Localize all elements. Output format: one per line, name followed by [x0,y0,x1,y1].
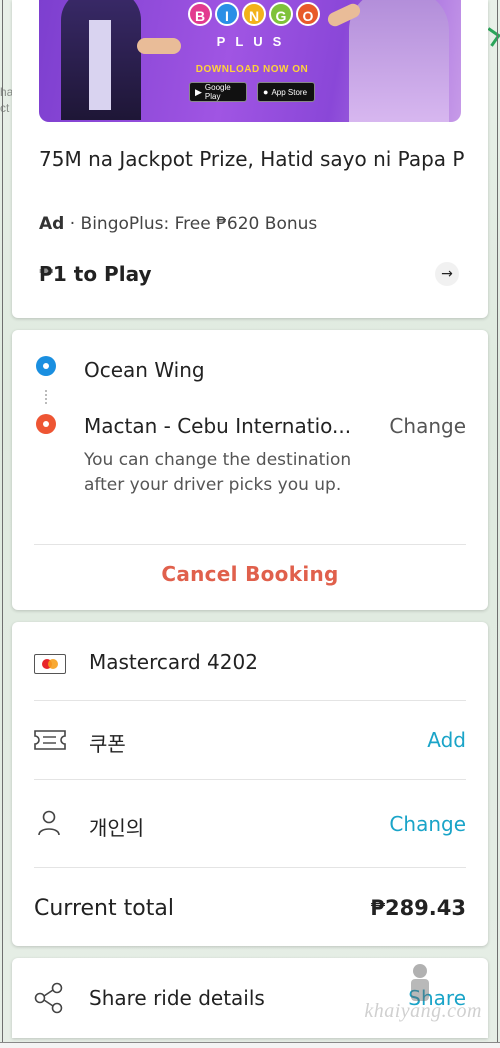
route-connector [45,390,47,404]
divider [34,779,466,780]
change-destination-button[interactable]: Change [389,414,466,438]
share-icon [34,982,63,1014]
app-store-badge[interactable]: ● App Store [257,82,315,102]
person-icon [38,810,60,836]
add-coupon-button[interactable]: Add [427,728,466,752]
logo-letter: I [215,2,239,26]
change-profile-button[interactable]: Change [389,812,466,836]
logo-letter: G [269,2,293,26]
destination-dot-icon [36,414,56,434]
destination-note: You can change the destination after you… [84,450,352,495]
google-play-label: Google Play [204,83,231,101]
coupon-label: 쿠폰 [89,732,126,756]
ad-download-text: DOWNLOAD NOW ON [195,64,309,75]
ad-hand-left [137,38,181,54]
frame-border-left [2,0,3,1048]
payment-method-label[interactable]: Mastercard 4202 [89,650,258,674]
current-total-value: ₱289.43 [370,896,466,920]
ad-title[interactable]: 75M na Jackpot Prize, Hatid sayo ni Papa… [39,144,469,174]
ad-source-line: Ad · BingoPlus: Free ₱620 Bonus [39,214,317,234]
divider [34,867,466,868]
ad-label: Ad [39,214,65,234]
pickup-location: Ocean Wing [84,358,205,382]
watermark-figure [411,964,429,1001]
divider [34,700,466,701]
divider [34,544,466,545]
ad-banner-image[interactable]: B I N G O PLUS DOWNLOAD NOW ON ▶ Google … [39,0,461,122]
logo-letter: B [188,2,212,26]
ad-card[interactable]: B I N G O PLUS DOWNLOAD NOW ON ▶ Google … [12,0,488,318]
destination-location: Mactan - Cebu Internatio... [84,414,352,438]
frame-border-right [497,0,498,1048]
route-card: Ocean Wing Mactan - Cebu Internatio... C… [12,330,488,610]
mastercard-icon [34,654,66,674]
ad-source: · BingoPlus: Free ₱620 Bonus [64,214,318,234]
ad-cta-link[interactable]: ₱1 to Play [39,262,152,286]
app-store-label: App Store [271,87,308,97]
share-ride-label: Share ride details [89,986,265,1010]
play-store-icon: ▶ [195,86,202,97]
bingo-logo: B I N G O [179,2,329,38]
frame-border-bottom [0,1042,500,1048]
pickup-dot-icon [36,356,56,376]
logo-letter: N [242,2,266,26]
current-total-label: Current total [34,896,174,921]
ad-model-left [61,0,141,120]
logo-sub: PLUS [216,34,292,49]
apple-icon: ● [263,87,269,97]
profile-label: 개인의 [89,816,145,840]
coupon-icon [34,730,66,750]
cancel-booking-button[interactable]: Cancel Booking [12,562,488,586]
ad-model-right [349,0,449,122]
google-play-badge[interactable]: ▶ Google Play [189,82,247,102]
watermark: khaiyang.com [364,1000,482,1022]
payment-card: Mastercard 4202 쿠폰 Add 개인의 Change Curren… [12,622,488,946]
logo-letter: O [296,2,320,26]
arrow-right-icon[interactable]: → [435,262,459,286]
